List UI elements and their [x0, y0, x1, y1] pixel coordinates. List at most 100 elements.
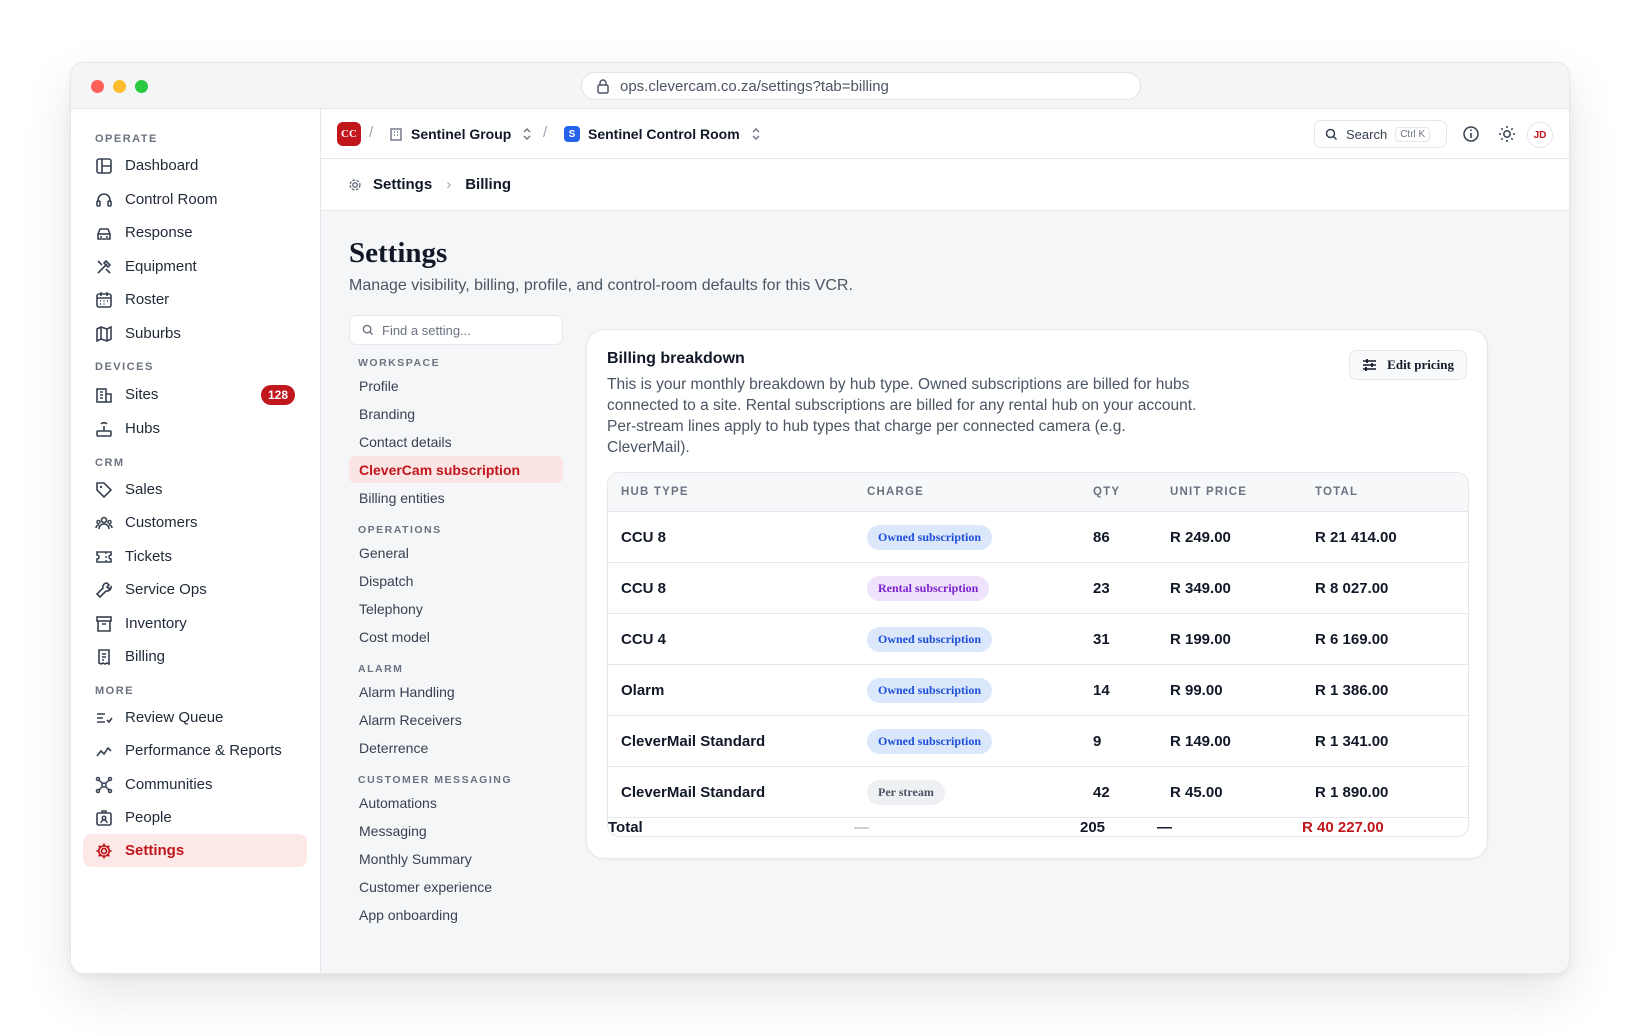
sidebar-item-billing[interactable]: Billing [83, 640, 307, 673]
qty-cell: 9 [1093, 733, 1102, 750]
sidebar-item-control-room[interactable]: Control Room [83, 183, 307, 216]
sidebar-section-operate: OPERATE [95, 133, 158, 145]
sidebar-item-label: Equipment [125, 258, 197, 275]
settings-item-alarm-handling[interactable]: Alarm Handling [349, 678, 563, 705]
table-row: CleverMail Standard Owned subscription 9… [608, 716, 1468, 767]
sidebar-item-label: Performance & Reports [125, 742, 282, 759]
global-search-button[interactable]: Search Ctrl K [1314, 120, 1447, 148]
settings-item-cost-model[interactable]: Cost model [349, 623, 563, 650]
total-cell: R 1 341.00 [1315, 733, 1389, 750]
vcr-switcher[interactable]: S Sentinel Control Room [564, 122, 762, 146]
search-icon [362, 324, 374, 336]
sidebar-item-suburbs[interactable]: Suburbs [83, 317, 307, 350]
total-cell: R 8 027.00 [1315, 580, 1389, 597]
sidebar-item-label: Service Ops [125, 581, 207, 598]
charge-badge: Owned subscription [867, 678, 993, 703]
sidebar-item-sites[interactable]: Sites 128 [83, 378, 307, 411]
unit-price-cell: R 349.00 [1170, 580, 1231, 597]
sidebar-item-label: Suburbs [125, 325, 181, 342]
sun-icon[interactable] [1497, 124, 1517, 144]
sidebar-item-label: Response [125, 224, 193, 241]
close-window-button[interactable] [91, 80, 104, 93]
sidebar-item-label: Tickets [125, 548, 172, 565]
table-row: CCU 4 Owned subscription 31 R 199.00 R 6… [608, 614, 1468, 665]
sidebar-item-label: Hubs [125, 420, 161, 437]
sidebar-item-service-ops[interactable]: Service Ops [83, 573, 307, 606]
info-icon[interactable] [1461, 124, 1481, 144]
minimize-window-button[interactable] [113, 80, 126, 93]
settings-item-customer-experience[interactable]: Customer experience [349, 873, 563, 900]
sidebar-item-roster[interactable]: Roster [83, 283, 307, 316]
column-header-charge: CHARGE [867, 486, 925, 498]
org-logo: CC [337, 122, 361, 146]
settings-search-input[interactable]: Find a setting... [349, 315, 563, 345]
user-avatar[interactable]: JD [1527, 122, 1553, 148]
breadcrumb-separator: / [369, 124, 374, 141]
router-icon [96, 421, 112, 437]
address-bar[interactable]: ops.clevercam.co.za/settings?tab=billing [581, 72, 1141, 100]
unit-price-cell: R 149.00 [1170, 733, 1231, 750]
gear-icon [349, 178, 361, 191]
main-content: Settings Manage visibility, billing, pro… [321, 211, 1569, 973]
sidebar-section-crm: CRM [95, 457, 125, 469]
sidebar-item-communities[interactable]: Communities [83, 768, 307, 801]
breadcrumb-settings[interactable]: Settings [373, 176, 432, 193]
sidebar-item-performance-reports[interactable]: Performance & Reports [83, 734, 307, 767]
table-row: CleverMail Standard Per stream 42 R 45.0… [608, 767, 1468, 818]
settings-item-messaging[interactable]: Messaging [349, 817, 563, 844]
browser-titlebar: ops.clevercam.co.za/settings?tab=billing [71, 63, 1569, 109]
settings-item-general[interactable]: General [349, 539, 563, 566]
list-check-icon [97, 712, 113, 723]
settings-item-contact-details[interactable]: Contact details [349, 428, 563, 455]
org-switcher[interactable]: Sentinel Group [389, 122, 533, 146]
settings-item-monthly-summary[interactable]: Monthly Summary [349, 845, 563, 872]
settings-item-dispatch[interactable]: Dispatch [349, 567, 563, 594]
settings-item-profile[interactable]: Profile [349, 372, 563, 399]
settings-section-workspace: WORKSPACE [358, 357, 441, 369]
sidebar-section-more: MORE [95, 685, 134, 697]
sidebar-item-people[interactable]: People [83, 801, 307, 834]
sidebar-item-sales[interactable]: Sales [83, 473, 307, 506]
sidebar-item-tickets[interactable]: Tickets [83, 540, 307, 573]
unit-price-cell: R 199.00 [1170, 631, 1231, 648]
settings-item-telephony[interactable]: Telephony [349, 595, 563, 622]
grand-total-cell: R 40 227.00 [1302, 819, 1384, 836]
search-shortcut: Ctrl K [1395, 126, 1431, 142]
sidebar-item-label: Communities [125, 776, 213, 793]
sidebar-item-settings[interactable]: Settings [83, 834, 307, 867]
sidebar-item-dashboard[interactable]: Dashboard [83, 149, 307, 182]
unit-price-cell: R 99.00 [1170, 682, 1223, 699]
edit-pricing-button[interactable]: Edit pricing [1349, 350, 1467, 380]
settings-item-branding[interactable]: Branding [349, 400, 563, 427]
id-badge-icon [96, 809, 112, 826]
settings-item-alarm-receivers[interactable]: Alarm Receivers [349, 706, 563, 733]
charge-badge: Rental subscription [867, 576, 990, 601]
settings-item-deterrence[interactable]: Deterrence [349, 734, 563, 761]
maximize-window-button[interactable] [135, 80, 148, 93]
hub-type-cell: CCU 4 [621, 631, 667, 648]
settings-item-automations[interactable]: Automations [349, 789, 563, 816]
sidebar-item-review-queue[interactable]: Review Queue [83, 701, 307, 734]
sidebar-item-equipment[interactable]: Equipment [83, 250, 307, 283]
total-charge-cell: — [854, 819, 869, 836]
sidebar-section-devices: DEVICES [95, 361, 154, 373]
car-icon [97, 227, 111, 240]
sidebar-item-label: Control Room [125, 191, 218, 208]
unit-price-cell: R 45.00 [1170, 784, 1223, 801]
billing-table: HUB TYPE CHARGE QTY UNIT PRICE TOTAL CCU… [607, 472, 1469, 837]
column-header-total: TOTAL [1315, 486, 1359, 498]
sidebar-item-customers[interactable]: Customers [83, 506, 307, 539]
sidebar-item-hubs[interactable]: Hubs [83, 412, 307, 445]
settings-section-customer-messaging: CUSTOMER MESSAGING [358, 774, 512, 786]
settings-item-app-onboarding[interactable]: App onboarding [349, 901, 563, 928]
wrench-icon [95, 581, 112, 598]
settings-item-billing-entities[interactable]: Billing entities [349, 484, 563, 511]
settings-item-clevercam-subscription[interactable]: CleverCam subscription [349, 456, 563, 483]
qty-cell: 42 [1093, 784, 1110, 801]
sliders-icon [1363, 359, 1377, 371]
sidebar-item-response[interactable]: Response [83, 216, 307, 249]
sidebar-item-label: Roster [125, 291, 170, 308]
hub-type-cell: CCU 8 [621, 580, 667, 597]
sidebar-item-inventory[interactable]: Inventory [83, 607, 307, 640]
settings-section-operations: OPERATIONS [358, 524, 442, 536]
